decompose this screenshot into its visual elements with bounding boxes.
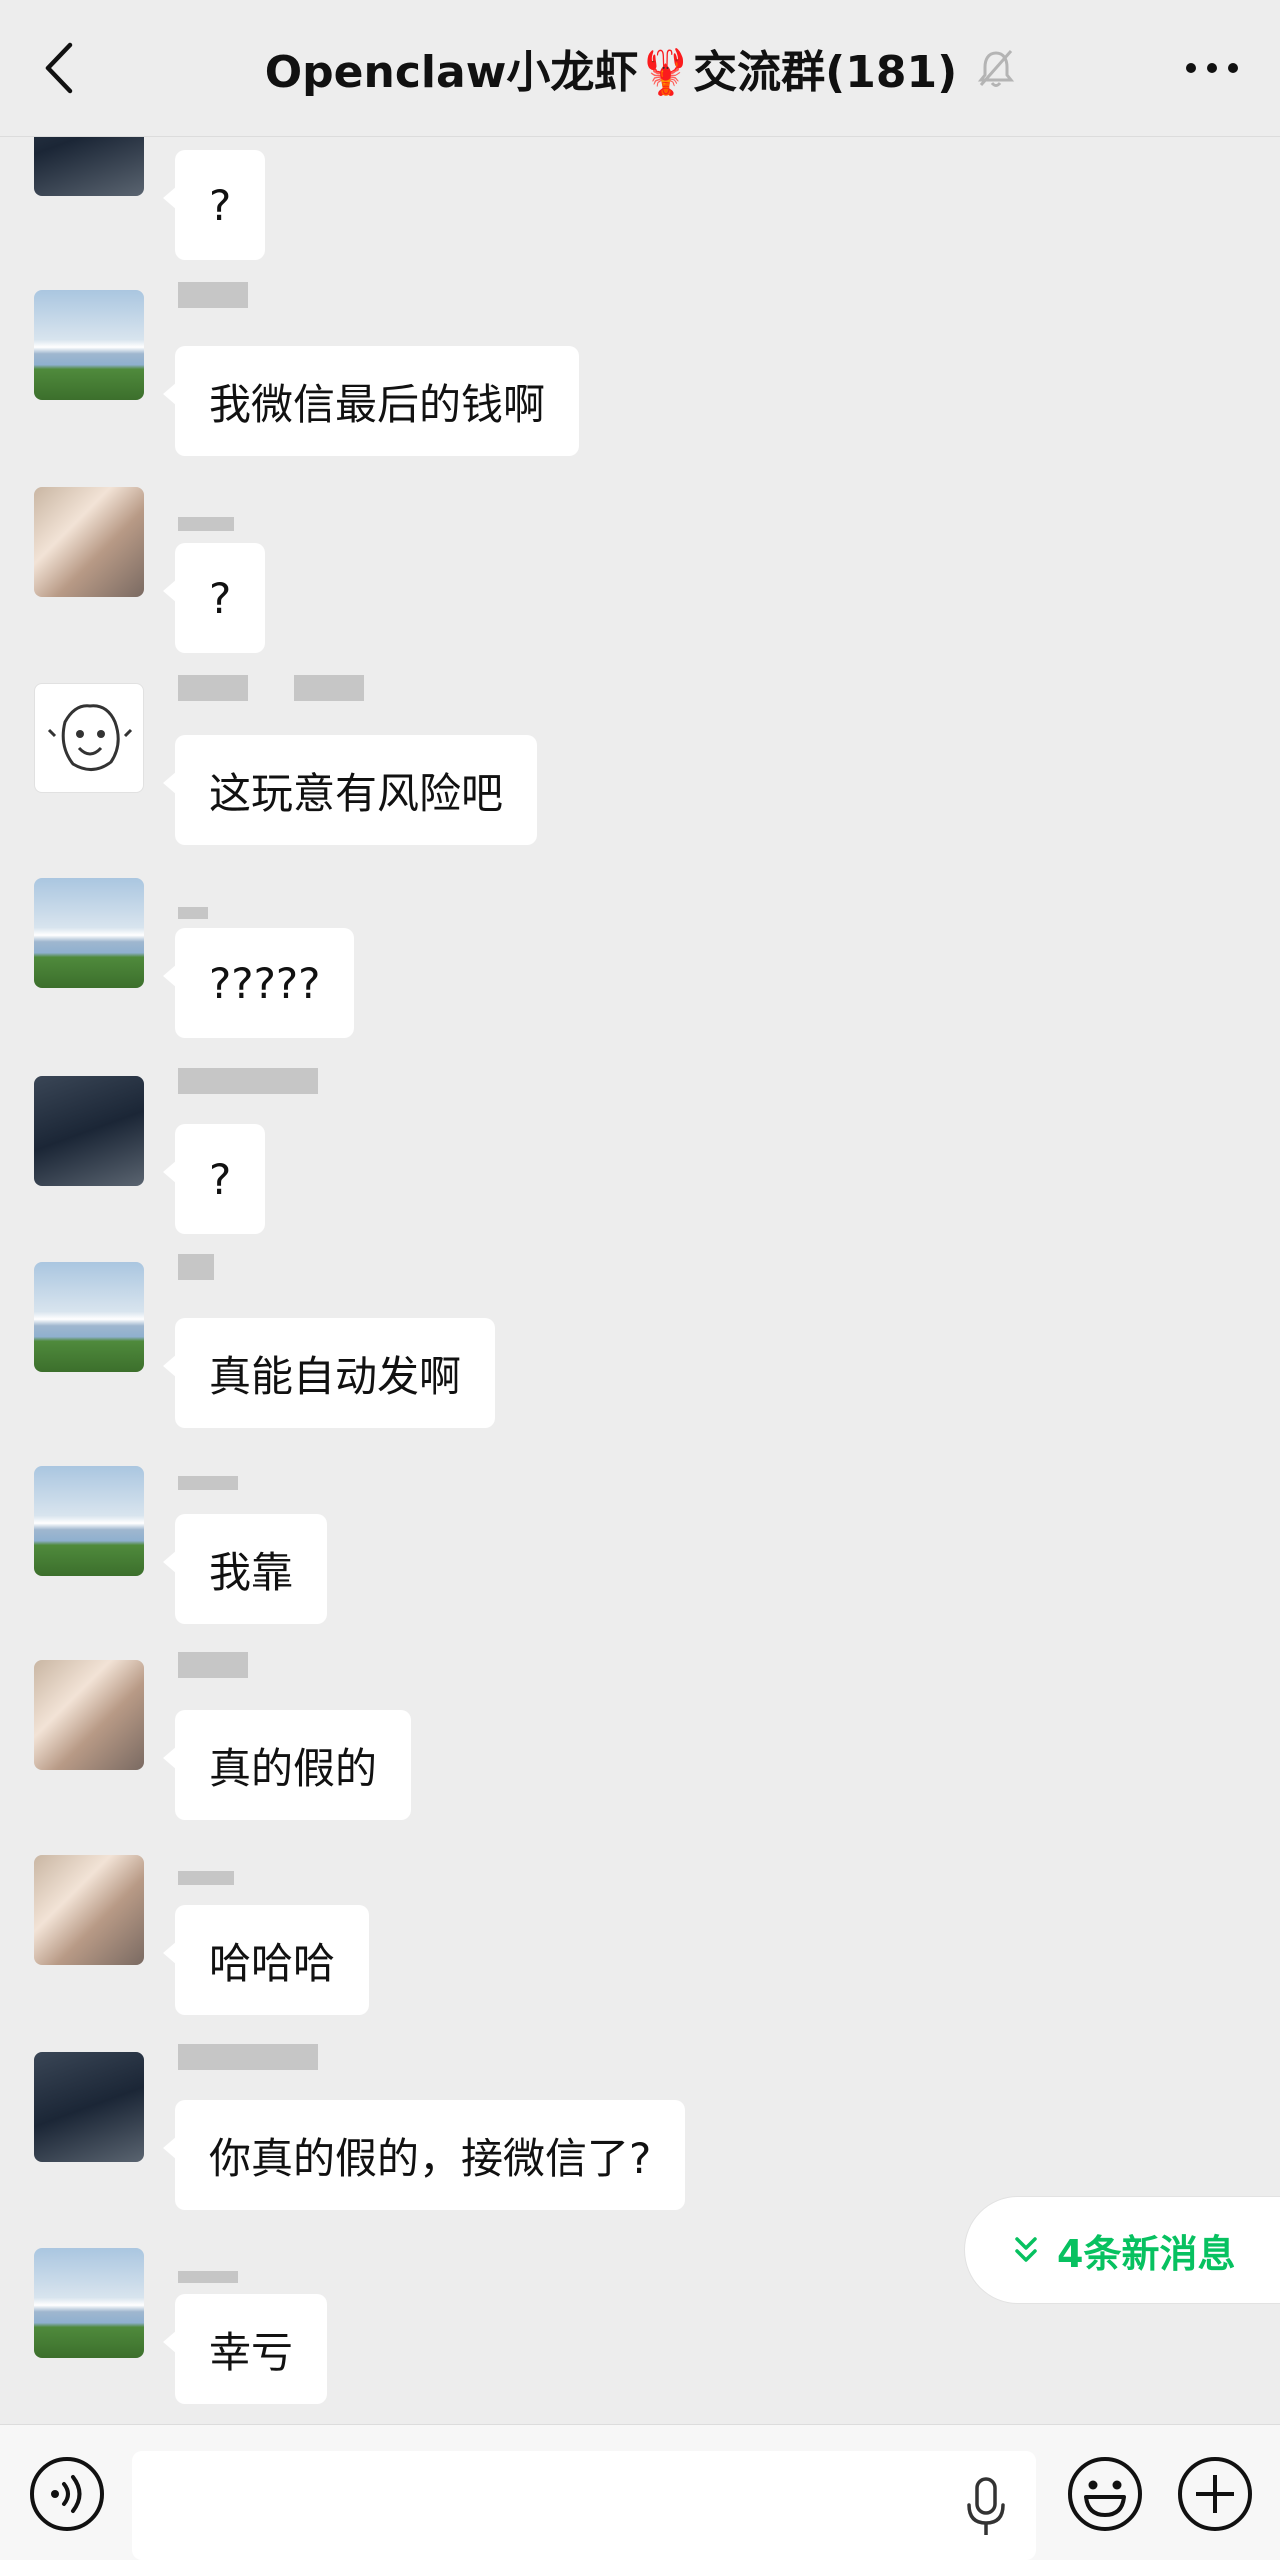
emoji-icon (1068, 2457, 1142, 2531)
emoji-button[interactable] (1066, 2455, 1144, 2533)
message-input[interactable] (132, 2451, 1036, 2560)
message-bubble[interactable]: 哈哈哈 (162, 1905, 370, 2015)
message-bubble[interactable]: 真的假的 (162, 1710, 412, 1820)
plus-button[interactable] (1176, 2455, 1254, 2533)
sender-name (178, 1066, 324, 1096)
avatar[interactable] (34, 1660, 144, 1770)
message-text: ? (209, 1154, 232, 1204)
message-text: ? (209, 180, 232, 230)
message-text: 幸亏 (209, 2327, 294, 2377)
message-text: 真的假的 (209, 1743, 378, 1793)
avatar[interactable] (34, 683, 144, 793)
message-bubble[interactable]: ????? (162, 928, 355, 1038)
message-text: ? (209, 573, 232, 623)
message-bubble[interactable]: 真能自动发啊 (162, 1318, 496, 1428)
back-button[interactable] (28, 36, 92, 100)
avatar[interactable] (34, 290, 144, 400)
message-bubble[interactable]: 这玩意有风险吧 (162, 735, 538, 845)
new-messages-label: 4条新消息 (1057, 2231, 1236, 2276)
voice-icon (30, 2457, 104, 2531)
sender-name (178, 2042, 324, 2072)
face-sketch-icon (47, 704, 133, 771)
avatar[interactable] (34, 1855, 144, 1965)
voice-button[interactable] (28, 2455, 106, 2533)
chat-header: Openclaw小龙虾🦞交流群(181) (0, 0, 1280, 137)
avatar[interactable] (34, 487, 144, 597)
message-bubble[interactable]: 你真的假的，接微信了? (162, 2100, 686, 2210)
more-dots-icon (1186, 63, 1238, 73)
sender-name (178, 673, 370, 703)
message-text: 真能自动发啊 (209, 1351, 462, 1401)
sender-name (178, 898, 214, 928)
avatar[interactable] (34, 1076, 144, 1186)
avatar[interactable] (34, 1466, 144, 1576)
message-bubble[interactable]: 幸亏 (162, 2294, 328, 2404)
sender-name (178, 280, 254, 310)
chevron-left-icon (45, 42, 73, 94)
message-bubble[interactable]: ? (162, 543, 266, 653)
page-title: Openclaw小龙虾🦞交流群(181) (150, 36, 1130, 100)
avatar[interactable] (34, 878, 144, 988)
avatar[interactable] (34, 1262, 144, 1372)
message-text: 我微信最后的钱啊 (209, 379, 546, 429)
message-bubble[interactable]: ? (162, 1124, 266, 1234)
more-button[interactable] (1172, 36, 1252, 100)
input-toolbar (0, 2424, 1280, 2560)
message-bubble[interactable]: ? (162, 150, 266, 260)
sender-name (178, 2262, 244, 2292)
message-text: 我靠 (209, 1547, 294, 1597)
mic-icon[interactable] (956, 2471, 1016, 2541)
bell-off-icon (977, 47, 1015, 89)
group-name: Openclaw小龙虾🦞交流群(181) (264, 47, 958, 98)
message-bubble[interactable]: 我微信最后的钱啊 (162, 346, 580, 456)
sender-name (178, 1252, 220, 1282)
sender-name (178, 1468, 244, 1498)
sender-name (178, 509, 240, 539)
message-text: 哈哈哈 (209, 1938, 336, 1988)
message-text: 这玩意有风险吧 (209, 768, 504, 818)
message-text: 你真的假的，接微信了? (209, 2133, 652, 2183)
message-bubble[interactable]: 我靠 (162, 1514, 328, 1624)
chat-message-list[interactable]: ? 我微信最后的钱啊 ? 这玩意有风险吧 ????? ? 真能自动发啊 我靠 真… (0, 0, 1280, 2424)
avatar[interactable] (34, 2248, 144, 2358)
new-messages-button[interactable]: 4条新消息 (964, 2196, 1280, 2304)
avatar[interactable] (34, 2052, 144, 2162)
sender-name (178, 1863, 240, 1893)
double-chevron-down-icon (1015, 2237, 1037, 2262)
sender-name (178, 1650, 254, 1680)
message-text: ????? (209, 958, 321, 1008)
plus-icon (1178, 2457, 1252, 2531)
